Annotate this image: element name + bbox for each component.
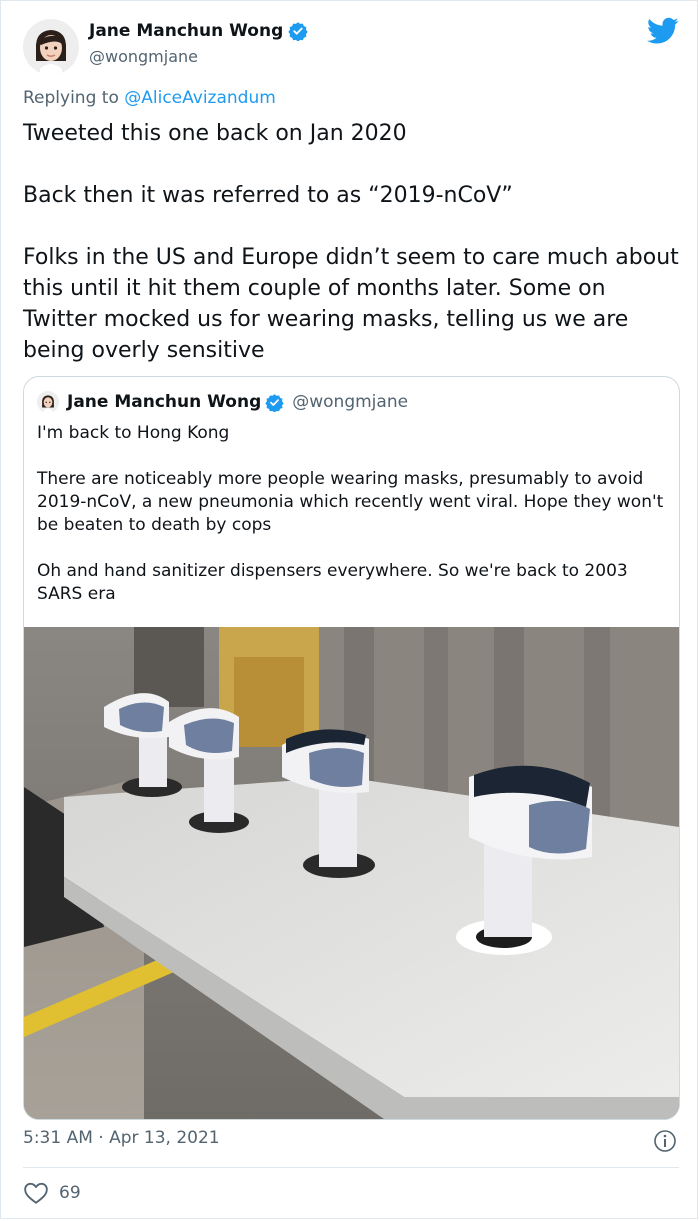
tweet-paragraph: Back then it was referred to as “2019-nC… <box>23 183 513 208</box>
like-count: 69 <box>59 1183 81 1203</box>
quoted-author-avatar[interactable] <box>37 391 59 413</box>
replying-to-prefix: Replying to <box>23 88 125 108</box>
quoted-paragraph: I'm back to Hong Kong <box>37 423 230 443</box>
verified-badge-icon <box>288 22 308 41</box>
quoted-tweet-header: Jane Manchun Wong @wongmjane <box>37 391 408 413</box>
reply-target-link[interactable]: @AliceAvizandum <box>124 88 276 108</box>
divider <box>23 1167 679 1168</box>
quoted-author-handle[interactable]: @wongmjane <box>292 392 408 412</box>
tweet-paragraph: Folks in the US and Europe didn’t seem t… <box>23 245 679 363</box>
twitter-bird-icon[interactable] <box>647 17 679 45</box>
author-handle[interactable]: @wongmjane <box>89 47 198 66</box>
quoted-author-name[interactable]: Jane Manchun Wong <box>67 392 261 412</box>
verified-badge-icon <box>265 393 284 412</box>
quoted-tweet[interactable]: Jane Manchun Wong @wongmjane I'm back to… <box>23 376 680 1120</box>
author-name-row: Jane Manchun Wong <box>89 21 308 41</box>
quoted-paragraph: Oh and hand sanitizer dispensers everywh… <box>37 561 628 604</box>
replying-to-line: Replying to @AliceAvizandum <box>23 88 276 108</box>
author-name[interactable]: Jane Manchun Wong <box>89 21 283 41</box>
quoted-paragraph: There are noticeably more people wearing… <box>37 469 664 535</box>
quoted-tweet-text: I'm back to Hong Kong There are noticeab… <box>37 422 665 606</box>
tweet-paragraph: Tweeted this one back on Jan 2020 <box>23 121 407 146</box>
memoji-avatar-icon <box>37 391 59 413</box>
heart-icon[interactable] <box>23 1181 49 1205</box>
author-avatar[interactable] <box>23 19 79 75</box>
like-action[interactable]: 69 <box>23 1181 81 1205</box>
tweet-card: Jane Manchun Wong @wongmjane Replying to… <box>0 0 698 1219</box>
tweet-timestamp[interactable]: 5:31 AM · Apr 13, 2021 <box>23 1128 220 1148</box>
info-icon[interactable] <box>653 1129 677 1153</box>
hand-sanitizer-dispensers-photo[interactable] <box>24 627 679 1119</box>
memoji-avatar-icon <box>23 19 79 75</box>
tweet-text: Tweeted this one back on Jan 2020 Back t… <box>23 118 683 366</box>
